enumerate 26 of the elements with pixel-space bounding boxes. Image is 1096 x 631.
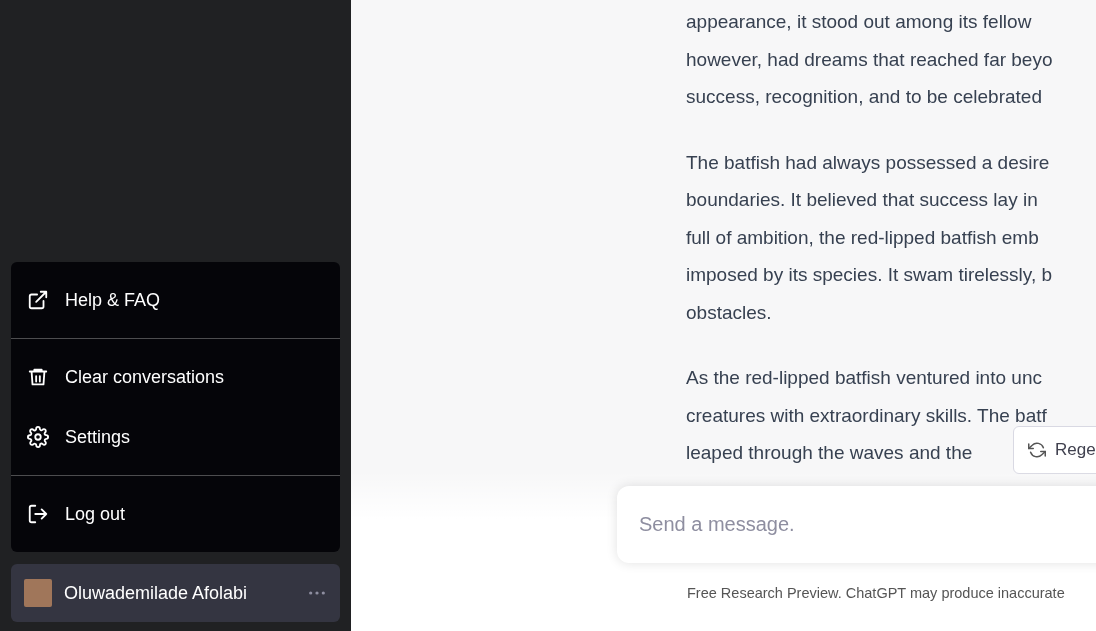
message-text-line: appearance, it stood out among its fellow [686, 10, 1032, 34]
message-text-line: As the red-lipped batfish ventured into unc [686, 366, 1042, 390]
refresh-icon [1028, 441, 1046, 459]
settings-icon [27, 426, 49, 448]
menu-item[interactable]: Help & FAQ [11, 270, 340, 330]
external-link-icon [27, 289, 49, 311]
message-text-line: leaped through the waves and the [686, 441, 973, 465]
avatar-photo-placeholder [24, 579, 52, 607]
menu-item[interactable]: Settings [11, 407, 340, 467]
message-text-line: obstacles. [686, 300, 772, 325]
regenerate-button[interactable]: Rege [1013, 426, 1096, 474]
menu-item[interactable]: Clear conversations [11, 347, 340, 407]
message-text-line: The batfish had always possessed a desire [686, 150, 1050, 175]
message-text-line: boundaries. It believed that success lay in [686, 188, 1038, 212]
user-account-button[interactable]: Oluwademilade Afolabi [11, 564, 340, 622]
message-text-line: creatures with extraordinary skills. The batf [686, 403, 1047, 428]
trash-icon [27, 366, 49, 388]
message-text-line: full of ambition, the red-lipped batfish emb [686, 225, 1039, 250]
menu-item[interactable]: Log out [11, 484, 340, 544]
message-text-line: success, recognition, and to be celebrated [686, 85, 1042, 109]
message-text-line: imposed by its species. It swam tirelessly, b [686, 263, 1053, 287]
more-icon [308, 590, 326, 596]
message-input-field[interactable]: Send a message. [617, 486, 1096, 563]
logout-icon [27, 503, 49, 525]
message-text-line: however, had dreams that reached far beyo [686, 47, 1053, 72]
disclaimer-text: Free Research Preview. ChatGPT may produce inaccurate [687, 585, 1066, 601]
